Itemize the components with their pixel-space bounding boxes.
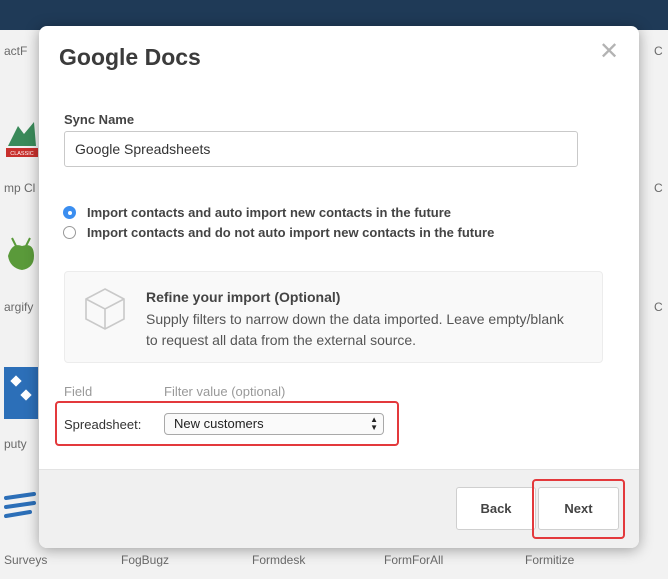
bg-app-label: Formdesk bbox=[252, 553, 306, 567]
mailchimp-classic-logo: CLASSIC bbox=[4, 118, 38, 165]
import-auto-label: Import contacts and auto import new cont… bbox=[87, 205, 452, 220]
import-auto-option[interactable]: Import contacts and auto import new cont… bbox=[63, 205, 451, 220]
modal-title: Google Docs bbox=[59, 44, 201, 70]
google-docs-modal: Google Docs ✕ Sync Name Import contacts … bbox=[39, 26, 639, 548]
surveys-logo bbox=[4, 490, 38, 529]
select-arrows-icon: ▲ ▼ bbox=[370, 415, 378, 432]
spreadsheet-select[interactable]: New customers ▲ ▼ bbox=[164, 413, 384, 435]
next-button[interactable]: Next bbox=[538, 487, 619, 530]
import-no-auto-label: Import contacts and do not auto import n… bbox=[87, 225, 495, 240]
classic-badge: CLASSIC bbox=[10, 151, 34, 157]
bg-app-label: C bbox=[654, 44, 663, 58]
bg-app-label: mp Cl bbox=[4, 181, 36, 195]
bg-app-label: puty bbox=[4, 437, 27, 451]
spreadsheet-label: Spreadsheet: bbox=[64, 417, 142, 432]
computy-logo bbox=[4, 367, 38, 424]
cube-icon bbox=[84, 287, 126, 336]
import-no-auto-option[interactable]: Import contacts and do not auto import n… bbox=[63, 225, 494, 240]
sync-name-label: Sync Name bbox=[64, 112, 135, 127]
bg-app-label: FogBugz bbox=[121, 553, 170, 567]
bg-app-label: C bbox=[654, 181, 663, 195]
back-button[interactable]: Back bbox=[456, 487, 536, 530]
filter-value-column-header: Filter value (optional) bbox=[164, 384, 286, 399]
bg-app-label: actF bbox=[4, 44, 28, 58]
close-icon[interactable]: ✕ bbox=[599, 40, 619, 64]
bg-app-label: Formitize bbox=[525, 553, 575, 567]
bg-app-label: Surveys bbox=[4, 553, 48, 567]
chargify-logo bbox=[4, 236, 38, 279]
sync-name-input[interactable] bbox=[64, 131, 578, 167]
refine-title: Refine your import (Optional) bbox=[146, 289, 341, 305]
bg-app-label: FormForAll bbox=[384, 553, 444, 567]
refine-import-panel: Refine your import (Optional) Supply fil… bbox=[64, 271, 603, 363]
bg-app-label: C bbox=[654, 300, 663, 314]
radio-unselected-icon[interactable] bbox=[63, 226, 76, 239]
field-column-header: Field bbox=[64, 384, 93, 399]
spreadsheet-selected-value: New customers bbox=[174, 416, 264, 431]
radio-selected-icon[interactable] bbox=[63, 206, 76, 219]
refine-description: Supply filters to narrow down the data i… bbox=[146, 311, 564, 348]
bg-app-label: argify bbox=[4, 300, 34, 314]
